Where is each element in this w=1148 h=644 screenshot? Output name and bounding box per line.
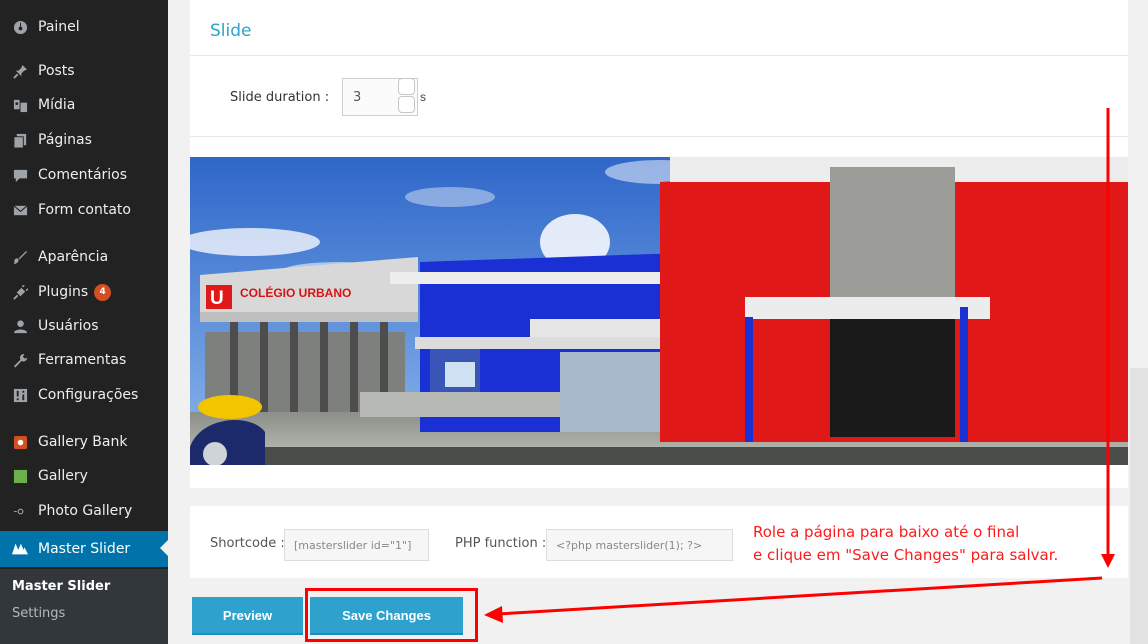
- preview-button[interactable]: Preview: [192, 597, 303, 635]
- settings-icon: [12, 387, 28, 403]
- pushpin-icon: [12, 63, 28, 79]
- sign-logo-letter: U: [210, 288, 224, 309]
- shortcode-label: Shortcode :: [210, 536, 285, 551]
- pages-icon: [12, 132, 28, 148]
- sidebar-item-label: Ferramentas: [38, 352, 127, 368]
- sidebar-item-ferramentas[interactable]: Ferramentas: [0, 343, 168, 377]
- annotation-line-1: Role a página para baixo até o final: [753, 523, 1020, 541]
- sidebar-item-label: Páginas: [38, 132, 92, 148]
- sidebar-item-gallery[interactable]: Gallery: [0, 459, 168, 493]
- photo-gallery-icon: [12, 503, 28, 519]
- update-count-badge: 4: [94, 283, 112, 301]
- sidebar-item-master-slider[interactable]: Master Slider: [0, 531, 168, 567]
- sidebar-item-posts[interactable]: Posts: [0, 54, 168, 88]
- comment-icon: [12, 167, 28, 183]
- increment-button[interactable]: [398, 78, 415, 95]
- mail-icon: [12, 202, 28, 218]
- media-icon: [12, 97, 28, 113]
- annotation-text: Role a página para baixo até o final e c…: [753, 521, 1058, 567]
- gallery-bank-icon: [12, 434, 28, 450]
- sidebar-item-plugins[interactable]: Plugins 4: [0, 275, 168, 309]
- dashboard-icon: [12, 19, 28, 35]
- slide-duration-value[interactable]: 3: [353, 90, 361, 105]
- sidebar-item-label: Plugins: [38, 284, 89, 300]
- master-slider-submenu: Master Slider Settings: [0, 569, 168, 644]
- master-slider-icon: [12, 541, 28, 557]
- slide-panel: Slide Slide duration : 3 s U COLÉGIO URB…: [190, 0, 1128, 488]
- divider: [190, 55, 1128, 56]
- php-function-label: PHP function :: [455, 536, 547, 551]
- sidebar-item-label: Comentários: [38, 167, 128, 183]
- sidebar-item-label: Usuários: [38, 318, 99, 334]
- sidebar-item-label: Photo Gallery: [38, 503, 133, 519]
- sidebar-item-photo-gallery[interactable]: Photo Gallery: [0, 494, 168, 528]
- sidebar-item-painel[interactable]: Painel: [0, 10, 168, 44]
- gallery-icon: [12, 468, 28, 484]
- slide-image[interactable]: U COLÉGIO URBANO: [190, 157, 1128, 465]
- brush-icon: [12, 249, 28, 265]
- sidebar-item-configuracoes[interactable]: Configurações: [0, 378, 168, 412]
- slide-duration-unit: s: [420, 90, 426, 104]
- annotation-highlight-box: [305, 588, 478, 642]
- sidebar-item-label: Master Slider: [38, 541, 131, 557]
- slide-duration-label: Slide duration :: [230, 90, 330, 105]
- sidebar-item-aparencia[interactable]: Aparência: [0, 240, 168, 274]
- sidebar-item-label: Mídia: [38, 97, 76, 113]
- annotation-line-2: e clique em "Save Changes" para salvar.: [753, 546, 1059, 564]
- sidebar-item-gallery-bank[interactable]: Gallery Bank: [0, 425, 168, 459]
- slide-duration-stepper[interactable]: 3: [342, 78, 418, 116]
- shortcode-field[interactable]: [masterslider id="1"]: [284, 529, 429, 561]
- sidebar-item-comentarios[interactable]: Comentários: [0, 158, 168, 192]
- sidebar-item-paginas[interactable]: Páginas: [0, 123, 168, 157]
- sidebar-item-label: Aparência: [38, 249, 109, 265]
- sign-text: COLÉGIO URBANO: [240, 285, 351, 300]
- submenu-item-master-slider[interactable]: Master Slider: [12, 579, 110, 594]
- sidebar-item-midia[interactable]: Mídia: [0, 88, 168, 122]
- php-function-field[interactable]: <?php masterslider(1); ?>: [546, 529, 733, 561]
- scrollbar-thumb[interactable]: [1130, 368, 1148, 644]
- sidebar-item-label: Configurações: [38, 387, 139, 403]
- sidebar-item-label: Gallery Bank: [38, 434, 128, 450]
- wrench-icon: [12, 352, 28, 368]
- plugin-icon: [12, 284, 28, 300]
- sidebar-item-form-contato[interactable]: Form contato: [0, 193, 168, 227]
- sidebar-item-label: Painel: [38, 19, 80, 35]
- sidebar-item-label: Posts: [38, 63, 75, 79]
- divider: [190, 136, 1128, 137]
- user-icon: [12, 318, 28, 334]
- sidebar-item-label: Gallery: [38, 468, 88, 484]
- slide-panel-title: Slide: [210, 21, 252, 41]
- sidebar-item-usuarios[interactable]: Usuários: [0, 309, 168, 343]
- decrement-button[interactable]: [398, 96, 415, 113]
- sidebar-item-label: Form contato: [38, 202, 131, 218]
- admin-sidebar: Painel Posts Mídia Páginas Comentários F…: [0, 0, 168, 644]
- submenu-item-settings[interactable]: Settings: [12, 606, 65, 621]
